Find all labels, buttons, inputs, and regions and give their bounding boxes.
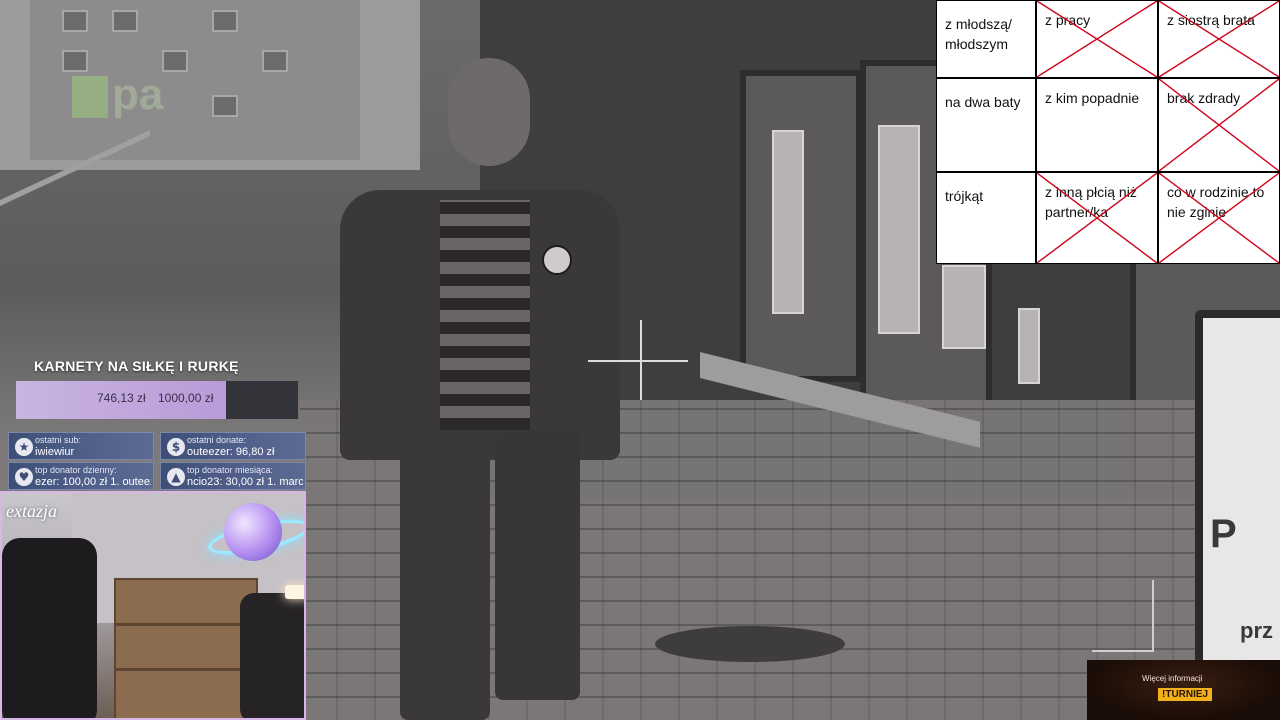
blurred-face — [448, 58, 530, 166]
building-window — [62, 50, 88, 72]
walking-person — [330, 50, 630, 720]
building-window — [212, 10, 238, 32]
banner-info-text: Więcej informacji — [1142, 674, 1203, 683]
bingo-cell: z siostrą brata — [1158, 0, 1280, 78]
drop-icon: ▲ — [167, 468, 185, 486]
goal-target-amount: 1000,00 zł — [158, 391, 214, 405]
webcam-logo: extazja — [6, 501, 57, 521]
goal-title: KARNETY NA SIŁKĘ I RURKĘ — [34, 358, 239, 374]
goal-progress-bar — [16, 381, 298, 419]
widget-label: ostatni donate: — [187, 435, 247, 445]
last-sub-widget: ★ ostatni sub: iwiewiur — [8, 432, 154, 460]
bingo-cell: z pracy — [1036, 0, 1158, 78]
viewfinder-corner — [1092, 580, 1154, 652]
sign-text: P — [1210, 512, 1237, 556]
widget-label: top donator miesiąca: — [187, 465, 274, 475]
bingo-cell-text: trójkąt — [945, 188, 984, 204]
poster — [772, 130, 804, 314]
jacket-pin — [542, 245, 572, 275]
channel-watermark: pa — [72, 70, 163, 120]
gaming-chair — [240, 593, 304, 718]
bingo-cell: z kim popadnie — [1036, 78, 1158, 172]
top-daily-donor-widget: ♥ top donator dzienny: ezer: 100,00 zł 1… — [8, 462, 154, 490]
bingo-cell: na dwa baty — [936, 78, 1036, 172]
coin-icon: $ — [167, 438, 185, 456]
widget-label: ostatni sub: — [35, 435, 82, 445]
planet-lamp — [224, 503, 282, 561]
bingo-cell: z młodszą/ młodszym — [936, 0, 1036, 78]
shelf-divider — [114, 668, 254, 671]
bingo-cell: brak zdrady — [1158, 78, 1280, 172]
manhole — [655, 626, 845, 662]
widget-value: iwiewiur — [35, 446, 75, 458]
bingo-cell-text: z inną płcią niż partner/ka — [1045, 184, 1137, 220]
top-monthly-donor-widget: ▲ top donator miesiąca: ncio23: 30,00 zł… — [160, 462, 306, 490]
bingo-cell-text: z kim popadnie — [1045, 90, 1140, 106]
shelf — [114, 578, 258, 718]
bingo-cell: z inną płcią niż partner/ka — [1036, 172, 1158, 264]
building-window — [62, 10, 88, 32]
poster — [942, 265, 986, 349]
widget-value: ncio23: 30,00 zł 1. marcin19 — [187, 476, 303, 488]
bingo-cell-text: z siostrą brata — [1167, 12, 1255, 28]
widget-value: ezer: 100,00 zł 1. outeezer: — [35, 476, 151, 488]
widget-value: outeezer: 96,80 zł — [187, 446, 275, 458]
striped-shirt — [440, 200, 530, 430]
wall-box — [1018, 308, 1040, 384]
tournament-command-badge: !TURNIEJ — [1158, 688, 1213, 701]
leg — [495, 430, 580, 700]
bingo-cell-text: co w rodzinie to nie zginie — [1167, 184, 1265, 220]
heart-icon: ♥ — [15, 468, 33, 486]
poster — [878, 125, 920, 334]
shelf-divider — [114, 623, 254, 626]
widget-label: top donator dzienny: — [35, 465, 117, 475]
bingo-cell-text: brak zdrady — [1167, 90, 1241, 106]
bingo-cell-text: na dwa baty — [945, 94, 1021, 110]
webcam-panel: extazja — [0, 491, 306, 720]
bingo-cell: co w rodzinie to nie zginie — [1158, 172, 1280, 264]
building-window — [162, 50, 188, 72]
building-window — [112, 10, 138, 32]
goal-current-amount: 746,13 zł — [97, 391, 146, 405]
gaming-chair — [2, 538, 97, 718]
building-window — [262, 50, 288, 72]
desk-lamp — [285, 585, 304, 599]
leg — [400, 430, 490, 720]
building-window — [212, 95, 238, 117]
star-icon: ★ — [15, 438, 33, 456]
bingo-cell-text: z młodszą/ młodszym — [945, 16, 1012, 52]
crosshair-horizontal — [588, 360, 688, 362]
bingo-cell-text: z pracy — [1045, 12, 1091, 28]
last-donate-widget: $ ostatni donate: outeezer: 96,80 zł — [160, 432, 306, 460]
bingo-grid: z młodszą/ młodszym z pracy z siostrą brat… — [936, 0, 1280, 264]
bingo-cell: trójkąt — [936, 172, 1036, 264]
sign-text-small: prz — [1240, 618, 1273, 643]
